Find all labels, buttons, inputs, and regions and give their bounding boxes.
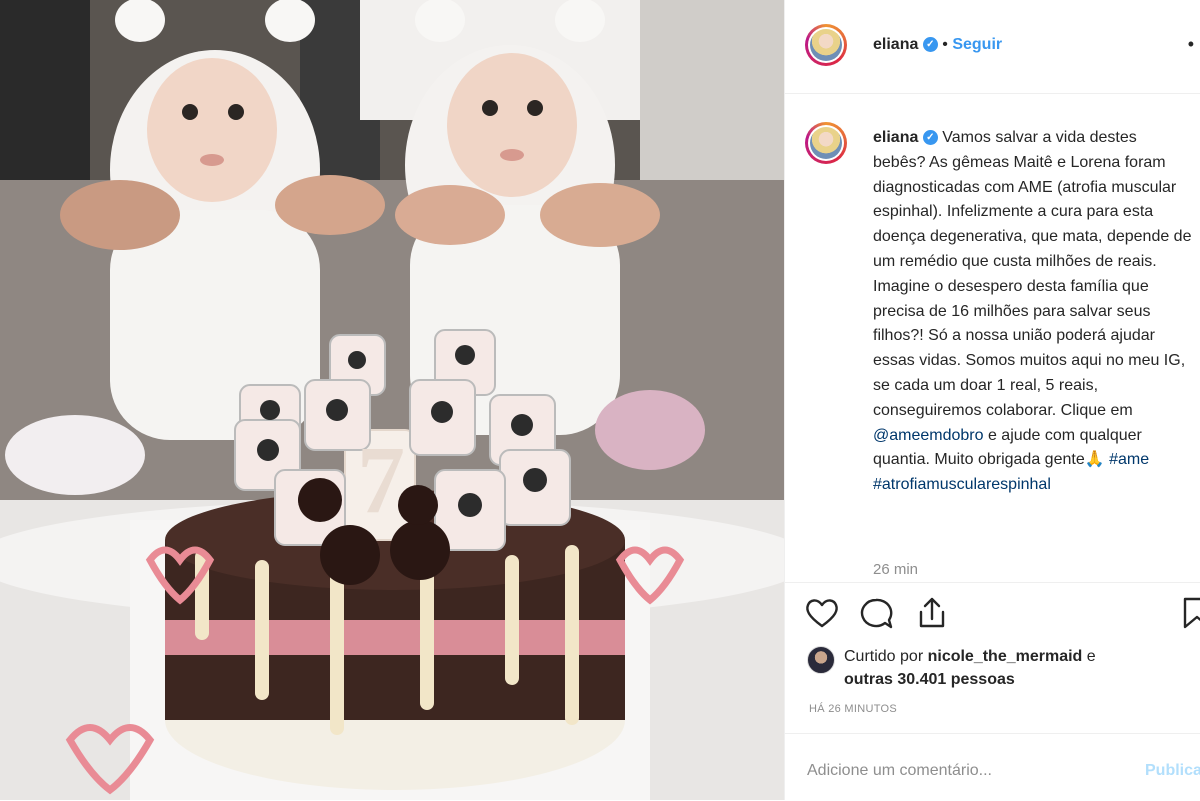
separator-dot: • [942, 36, 948, 53]
liker-avatar[interactable] [807, 646, 835, 674]
verified-badge-icon: ✓ [922, 37, 938, 53]
publish-button[interactable]: Publicar [1145, 762, 1200, 780]
liked-prefix: Curtido por [844, 648, 928, 665]
likes-summary: Curtido por nicole_the_mermaid e outras … [807, 645, 1199, 691]
caption-timestamp: 26 min [873, 561, 919, 578]
caption-verified-badge-icon: ✓ [922, 130, 938, 146]
caption-username[interactable]: eliana [873, 129, 918, 146]
header-meta: eliana ✓ • Seguir [873, 36, 1002, 54]
comment-input[interactable]: Adicione um comentário... [807, 762, 992, 780]
follow-button[interactable]: Seguir [952, 36, 1002, 53]
likes-count-link[interactable]: outras 30.401 pessoas [844, 671, 1015, 688]
hashtag-atrofia-link[interactable]: #atrofiamuscularespinhal [873, 476, 1051, 493]
post-age: HÁ 26 MINUTOS [809, 703, 898, 715]
author-username[interactable]: eliana [873, 36, 918, 53]
heart-icon[interactable] [805, 597, 839, 629]
action-bar [785, 582, 1200, 643]
hashtag-ame-link[interactable]: #ame [1109, 451, 1149, 468]
liker-username[interactable]: nicole_the_mermaid [928, 648, 1083, 665]
comment-icon[interactable] [859, 597, 893, 631]
more-options-icon[interactable]: • [1188, 34, 1195, 55]
comment-box: Adicione um comentário... Publicar [785, 733, 1200, 801]
photo-illustration [0, 0, 784, 800]
post-header: eliana ✓ • Seguir • [785, 0, 1200, 94]
cake-candle-number: 7 [357, 426, 405, 533]
post-side-panel: eliana ✓ • Seguir • eliana ✓ Vamos salva… [784, 0, 1200, 800]
caption-author-avatar[interactable] [805, 122, 847, 164]
post-photo[interactable]: 7 [0, 0, 784, 800]
author-avatar[interactable] [805, 24, 847, 66]
share-icon[interactable] [915, 595, 949, 631]
mention-link[interactable]: @ameemdobro [873, 427, 984, 444]
liked-mid: e [1082, 648, 1096, 665]
post-caption: eliana ✓ Vamos salvar a vida destes bebê… [873, 126, 1193, 498]
caption-text-part-1: Vamos salvar a vida destes bebês? As gêm… [873, 129, 1192, 419]
bookmark-icon[interactable] [1183, 597, 1200, 631]
